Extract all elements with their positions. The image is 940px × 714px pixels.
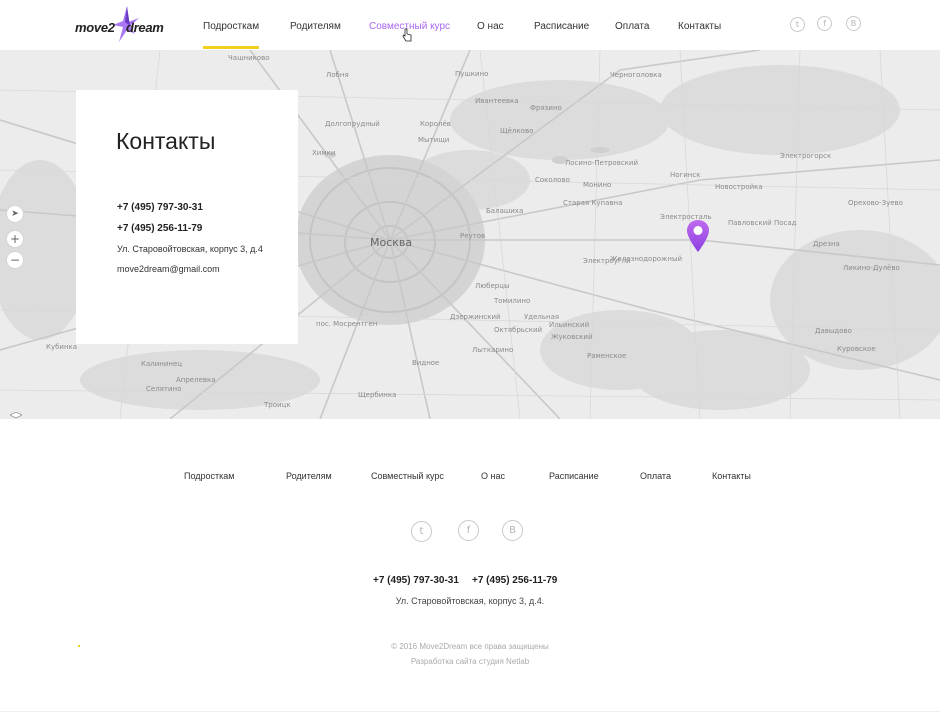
logo-wordmark: move2 dream xyxy=(75,20,164,35)
map-place-label: Апрелевка xyxy=(176,376,216,384)
footer-divider xyxy=(0,711,940,712)
map-place-label: Электрогорск xyxy=(780,152,832,160)
map-city-label: Москва xyxy=(370,236,413,249)
footer-nav-joint-course[interactable]: Совместный курс xyxy=(371,471,444,481)
twitter-icon[interactable]: t xyxy=(790,17,805,32)
logo-text-dream: dream xyxy=(126,20,164,35)
vk-icon[interactable]: B xyxy=(846,16,861,31)
footer-phone-1[interactable]: +7 (495) 797-30-31 xyxy=(373,575,459,586)
map-place-label: Черноголовка xyxy=(610,71,662,79)
nav-item-about[interactable]: О нас xyxy=(477,21,504,32)
nav-item-parents[interactable]: Родителям xyxy=(290,21,341,32)
map-place-label: Химки xyxy=(312,149,336,157)
contact-phone-1[interactable]: +7 (495) 797-30-31 xyxy=(117,202,203,213)
map-place-label: Щёлково xyxy=(500,127,534,135)
contact-address: Ул. Старовойтовская, корпус 3, д.4 xyxy=(117,244,263,254)
contact-email[interactable]: move2dream@gmail.com xyxy=(117,264,220,274)
logo[interactable]: move2 dream xyxy=(75,4,164,44)
map-zoom-out-button[interactable]: − xyxy=(6,251,24,269)
footer-nav-teens[interactable]: Подросткам xyxy=(184,471,235,481)
logo-text-move2: move2 xyxy=(75,20,115,35)
map-locate-button[interactable]: ➤ xyxy=(6,205,24,223)
page-title: Контакты xyxy=(116,128,216,154)
map-place-label: Куровское xyxy=(837,345,876,353)
map-place-label: Селятино xyxy=(146,385,182,393)
nav-item-teens[interactable]: Подросткам xyxy=(203,21,260,49)
map-place-label: Давыдово xyxy=(815,327,852,335)
map-place-label: Жуковский xyxy=(551,333,593,341)
map-place-label: Лосино-Петровский xyxy=(565,159,639,167)
nav-item-schedule[interactable]: Расписание xyxy=(534,21,589,32)
map-place-label: Кубинка xyxy=(46,343,78,351)
map-place-label: Фрязино xyxy=(530,104,562,112)
map-place-label: Видное xyxy=(412,359,440,367)
map-place-label: Раменское xyxy=(587,352,627,360)
map-place-label: Троицк xyxy=(264,401,291,409)
map-place-label: Щербинка xyxy=(358,391,397,399)
map-place-label: Октябрьский xyxy=(494,326,543,334)
map-place-label: Балашиха xyxy=(486,207,524,215)
map-place-label: Ликино-Дулёво xyxy=(843,264,900,272)
map-zoom-in-button[interactable]: + xyxy=(6,230,24,248)
map-place-label: Соколово xyxy=(535,176,570,184)
map-place-label: Павловский Посад xyxy=(728,219,797,227)
decorative-dot xyxy=(78,645,80,647)
map-pin-icon[interactable] xyxy=(687,220,709,252)
map-place-label: Дзержинский xyxy=(450,313,501,321)
footer-phone-2[interactable]: +7 (495) 256-11-79 xyxy=(472,575,557,586)
map-place-label: Чашниково xyxy=(228,54,270,62)
map-place-label: Дрезна xyxy=(813,240,840,248)
map-place-label: Ногинск xyxy=(670,171,701,179)
nav-item-contacts[interactable]: Контакты xyxy=(678,21,721,32)
footer-facebook-icon[interactable]: f xyxy=(458,520,479,541)
footer-nav-contacts[interactable]: Контакты xyxy=(712,471,751,481)
map-place-label: Лыткарино xyxy=(472,346,514,354)
map-place-label: Электроугли xyxy=(583,257,631,265)
footer-nav-schedule[interactable]: Расписание xyxy=(549,471,599,481)
facebook-icon[interactable]: f xyxy=(817,16,832,31)
map-place-label: Ильинский xyxy=(549,321,590,329)
map-place-label: Новостройка xyxy=(715,183,763,191)
map-place-label: Люберцы xyxy=(475,282,510,290)
map-place-label: Томилино xyxy=(494,297,531,305)
footer-developer-link[interactable]: Разработка сайта студия Netlab xyxy=(0,657,940,666)
hand-cursor-icon xyxy=(402,28,412,42)
map-place-label: Мытищи xyxy=(418,136,450,144)
footer-twitter-icon[interactable]: t xyxy=(411,521,432,542)
map-place-label: пос. Мосрентген xyxy=(316,320,378,328)
footer-nav-parents[interactable]: Родителям xyxy=(286,471,332,481)
map-place-label: Удельная xyxy=(524,313,560,321)
contact-card: Контакты +7 (495) 797-30-31 +7 (495) 256… xyxy=(76,90,298,344)
map-place-label: Монино xyxy=(583,181,612,189)
footer-copyright: © 2016 Move2Dream все права защищены xyxy=(391,642,549,651)
map-place-label: Долгопрудный xyxy=(325,120,380,128)
map-place-label: Старая Купавна xyxy=(563,199,623,207)
nav-item-payment[interactable]: Оплата xyxy=(615,21,649,32)
contact-phone-2[interactable]: +7 (495) 256-11-79 xyxy=(117,223,202,234)
map-place-label: Лобня xyxy=(326,71,349,79)
map-place-label: Орехово-Зуево xyxy=(848,199,903,207)
footer-vk-icon[interactable]: B xyxy=(502,520,523,541)
map-place-label: Пушкино xyxy=(455,70,489,78)
map-place-label: Королёв xyxy=(420,120,451,128)
footer-nav-about[interactable]: О нас xyxy=(481,471,505,481)
map-place-label: Калининец xyxy=(141,360,183,368)
map-layers-icon[interactable] xyxy=(10,412,22,419)
site-header: move2 dream Подросткам Родителям Совместн… xyxy=(0,0,940,50)
footer-address: Ул. Старовойтовская, корпус 3, д.4. xyxy=(395,596,545,606)
map-place-label: Ивантеевка xyxy=(475,97,519,105)
footer-nav-payment[interactable]: Оплата xyxy=(640,471,671,481)
map-place-label: Реутов xyxy=(460,232,486,240)
